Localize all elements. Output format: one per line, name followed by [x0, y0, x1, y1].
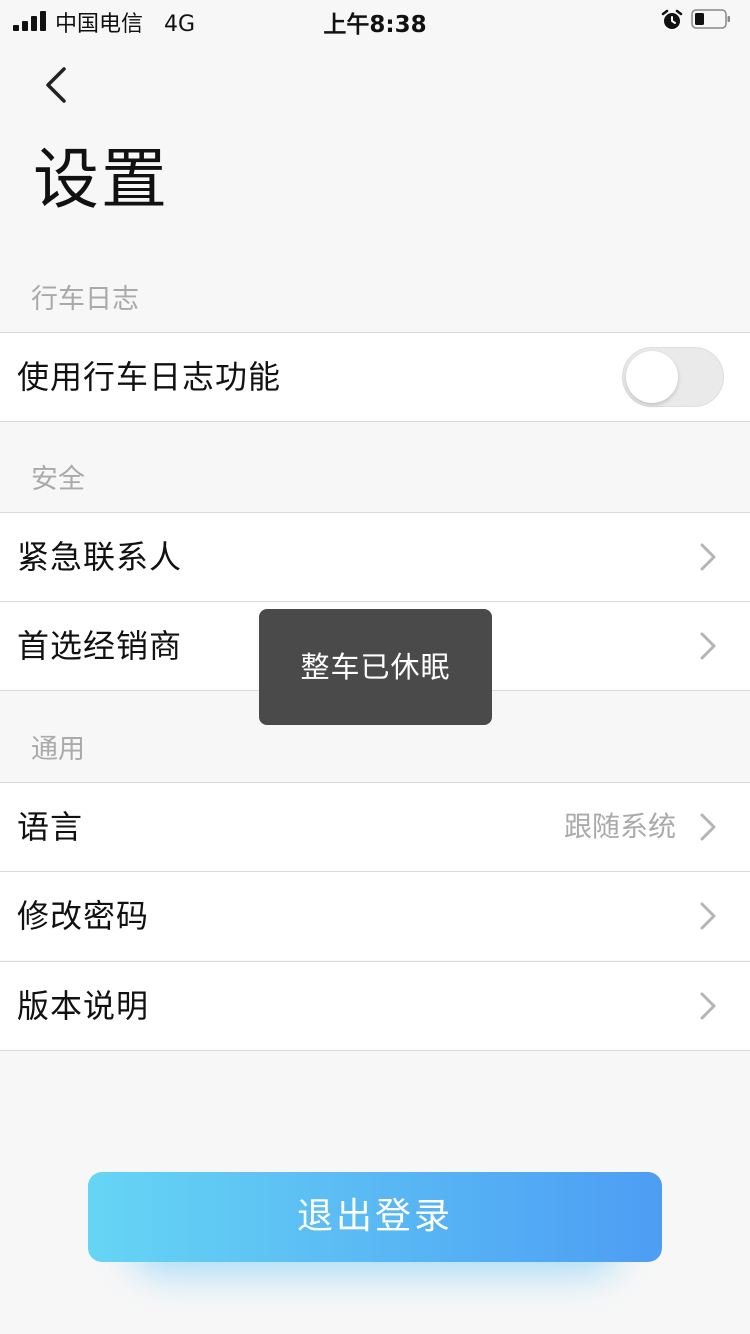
alarm-clock-icon	[661, 9, 683, 29]
page-title: 设置	[33, 141, 169, 218]
section-header-driving-log: 行车日志	[31, 284, 139, 315]
row-language[interactable]: 语言 跟随系统	[0, 782, 750, 871]
row-label: 紧急联系人	[17, 538, 183, 576]
row-emergency-contact[interactable]: 紧急联系人	[0, 512, 750, 601]
chevron-right-icon	[700, 543, 716, 571]
toggle-knob	[626, 351, 678, 403]
row-label: 版本说明	[17, 987, 150, 1025]
chevron-right-icon	[700, 632, 716, 660]
row-change-password[interactable]: 修改密码	[0, 871, 750, 960]
chevron-left-icon	[46, 67, 66, 103]
row-label: 首选经销商	[17, 627, 183, 665]
section-header-general: 通用	[31, 734, 85, 765]
row-label: 修改密码	[17, 897, 150, 935]
chevron-right-icon	[700, 992, 716, 1020]
status-time: 上午8:38	[323, 12, 427, 38]
status-bar: 中国电信 4G 上午8:38	[0, 0, 750, 40]
back-button[interactable]	[30, 58, 84, 112]
row-label: 使用行车日志功能	[17, 358, 282, 396]
chevron-right-icon	[700, 902, 716, 930]
row-label: 语言	[17, 808, 84, 846]
toast-message: 整车已休眠	[259, 609, 492, 725]
language-value: 跟随系统	[563, 810, 676, 843]
row-driving-log-toggle: 使用行车日志功能	[0, 332, 750, 422]
logout-button[interactable]: 退出登录	[88, 1172, 662, 1262]
driving-log-toggle[interactable]	[622, 347, 724, 407]
chevron-right-icon	[700, 813, 716, 841]
section-header-safety: 安全	[31, 464, 85, 495]
battery-icon	[691, 9, 730, 29]
row-version-notes[interactable]: 版本说明	[0, 961, 750, 1051]
